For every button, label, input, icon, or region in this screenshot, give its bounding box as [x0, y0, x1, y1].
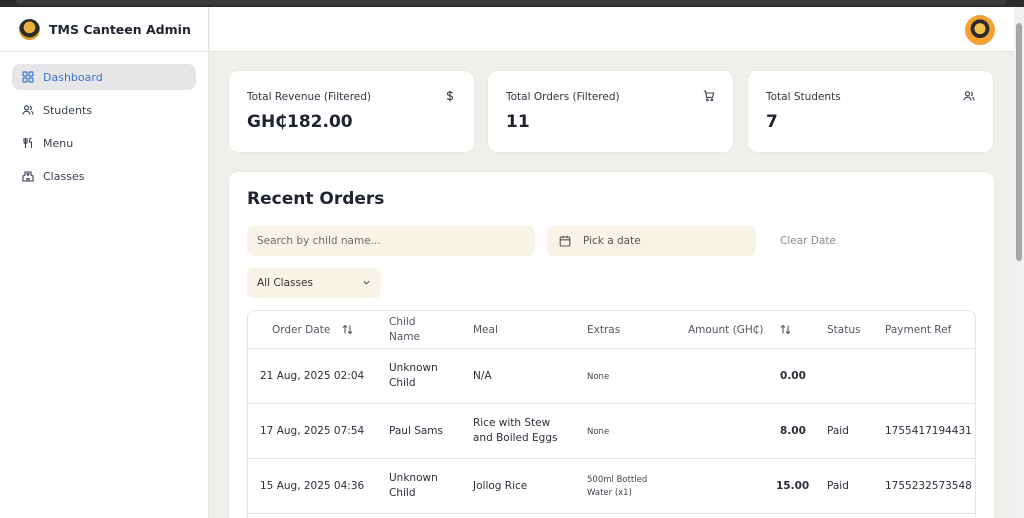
stat-label: Total Orders (Filtered): [506, 91, 620, 103]
cell-meal: N/A: [473, 370, 492, 382]
cell-extras: Water (x1): [587, 488, 632, 498]
cell-child: Paul Sams: [389, 425, 444, 437]
cell-extras: None: [587, 372, 610, 382]
column-header-payment-ref: Payment Ref: [885, 324, 952, 336]
cell-amount: 15.00: [776, 480, 810, 492]
cell-child: Child: [389, 377, 416, 389]
cell-child: Unknown: [389, 362, 438, 374]
table-header: Order Date Child Name Meal Extras Amount…: [248, 311, 975, 349]
cell-meal: Rice with Stew: [473, 417, 551, 429]
column-header-child-name-line2: Name: [389, 331, 420, 343]
stat-value: 7: [766, 112, 778, 132]
cell-date: 21 Aug, 2025 02:04: [260, 370, 365, 382]
sidebar-item-students[interactable]: Students: [12, 97, 196, 123]
class-filter-select[interactable]: All Classes: [247, 268, 381, 298]
panel-title: Recent Orders: [247, 189, 385, 209]
cell-meal: and Boiled Eggs: [473, 432, 558, 444]
sidebar-item-dashboard[interactable]: Dashboard: [12, 64, 196, 90]
cell-date: 17 Aug, 2025 07:54: [260, 425, 365, 437]
table-row[interactable]: 15 Aug, 2025 04:36 Unknown Child Jollog …: [248, 459, 975, 514]
date-picker-label: Pick a date: [583, 235, 641, 247]
top-header: [210, 7, 1014, 52]
stat-value: 11: [506, 112, 530, 132]
table-row[interactable]: 21 Aug, 2025 02:04 Unknown Child N/A Non…: [248, 349, 975, 404]
chevron-down-icon: [363, 280, 370, 285]
app-title: TMS Canteen Admin: [49, 21, 191, 37]
cell-payment-ref: 1755417194431: [885, 425, 972, 437]
column-header-extras: Extras: [587, 324, 621, 336]
recent-orders-panel: Recent Orders Pick a date Clear Date All…: [228, 171, 995, 518]
stat-card-revenue: Total Revenue (Filtered) GH₵182.00: [228, 70, 475, 153]
cell-child: Unknown: [389, 472, 438, 484]
class-filter-value: All Classes: [257, 277, 313, 289]
cell-date: 15 Aug, 2025 04:36: [260, 480, 365, 492]
cell-extras: None: [587, 427, 610, 437]
school-icon: [21, 170, 34, 183]
stat-label: Total Revenue (Filtered): [247, 91, 372, 103]
sort-icon[interactable]: [342, 324, 353, 335]
cell-child: Child: [389, 487, 416, 499]
utensils-icon: [21, 137, 34, 150]
cell-amount: 0.00: [780, 370, 806, 382]
sidebar-nav: Dashboard Students Menu Classes: [0, 52, 208, 189]
sidebar-item-label: Students: [43, 103, 93, 117]
sidebar-item-label: Classes: [43, 169, 85, 183]
dollar-icon: [446, 90, 454, 102]
stat-card-orders: Total Orders (Filtered) 11: [487, 70, 734, 153]
column-header-amount[interactable]: Amount (GH₵): [688, 323, 764, 337]
column-header-status: Status: [827, 324, 861, 336]
avatar[interactable]: [965, 15, 995, 45]
sidebar-item-menu[interactable]: Menu: [12, 130, 196, 156]
table-row[interactable]: 17 Aug, 2025 07:54 Paul Sams Rice with S…: [248, 404, 975, 459]
school-logo-icon: [19, 18, 40, 40]
page-scrollbar[interactable]: [1014, 7, 1024, 518]
clear-date-button[interactable]: Clear Date: [780, 235, 836, 247]
dashboard-icon: [21, 71, 34, 84]
cell-meal: Jollog Rice: [473, 480, 528, 492]
column-header-meal: Meal: [473, 324, 498, 336]
users-icon: [21, 104, 34, 117]
sidebar-item-label: Menu: [43, 136, 74, 150]
cell-amount: 8.00: [780, 425, 806, 437]
stat-value: GH₵182.00: [247, 112, 353, 132]
users-icon: [963, 91, 975, 101]
column-header-child-name-line1: Child: [389, 316, 416, 328]
stat-label: Total Students: [766, 91, 841, 103]
cell-extras: 500ml Bottled: [587, 475, 648, 485]
brand: TMS Canteen Admin: [0, 7, 208, 52]
date-picker-button[interactable]: Pick a date: [547, 226, 756, 256]
sort-icon[interactable]: [780, 324, 791, 335]
orders-table: Order Date Child Name Meal Extras Amount…: [247, 310, 976, 518]
sidebar-item-classes[interactable]: Classes: [12, 163, 196, 189]
stat-card-students: Total Students 7: [747, 70, 994, 153]
cell-status: Paid: [827, 480, 849, 492]
sidebar: TMS Canteen Admin Dashboard Students Men…: [0, 7, 209, 518]
calendar-icon: [559, 235, 571, 247]
browser-top-strip: [0, 0, 1024, 7]
cell-payment-ref: 1755232573548: [885, 480, 972, 492]
scrollbar-thumb[interactable]: [1016, 23, 1022, 261]
cell-status: Paid: [827, 425, 849, 437]
search-input[interactable]: [247, 226, 535, 256]
column-header-order-date[interactable]: Order Date: [272, 323, 330, 337]
sidebar-item-label: Dashboard: [43, 70, 103, 84]
cart-icon: [703, 90, 715, 102]
